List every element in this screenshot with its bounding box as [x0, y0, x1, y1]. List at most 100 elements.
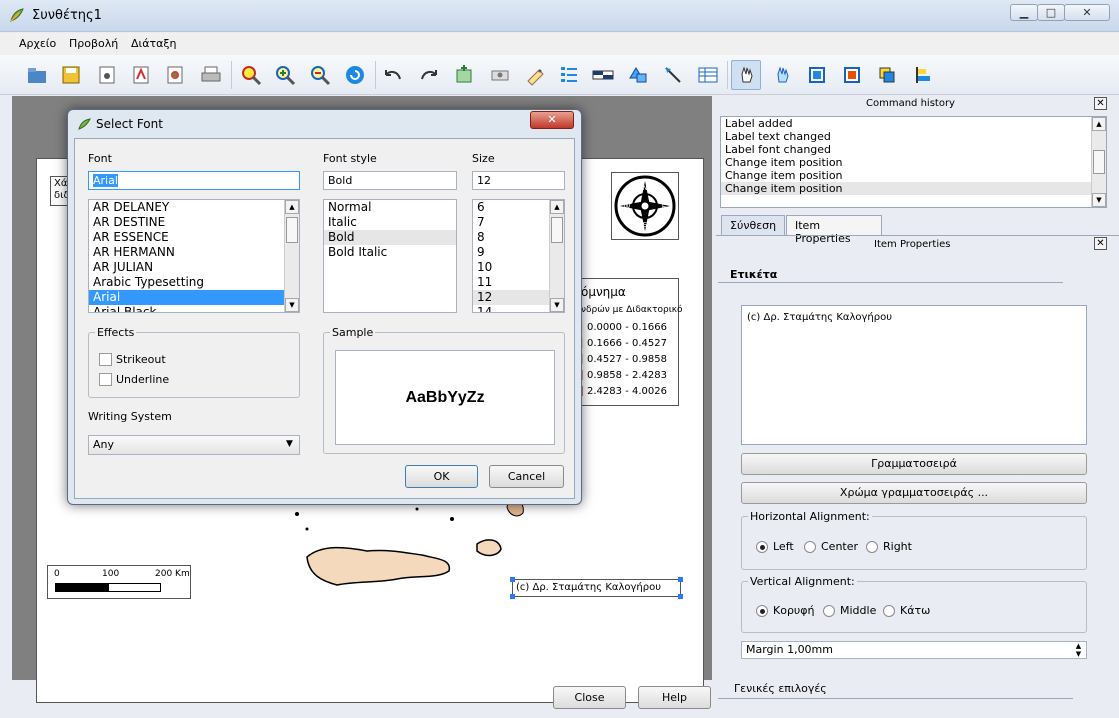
- font-list-scrollbar[interactable]: ▲ ▼: [284, 200, 299, 312]
- minimize-button[interactable]: ▁: [1010, 4, 1038, 21]
- redo-icon[interactable]: [414, 60, 444, 90]
- ungroup-icon[interactable]: [837, 60, 867, 90]
- undo-icon[interactable]: [378, 60, 408, 90]
- scale-bar[interactable]: 0 100 200 Km: [47, 565, 191, 599]
- history-item[interactable]: Label font changed: [721, 143, 1106, 156]
- underline-checkbox[interactable]: [99, 373, 112, 386]
- add-image-icon[interactable]: [485, 60, 515, 90]
- refresh-icon[interactable]: [340, 60, 370, 90]
- ok-button[interactable]: OK: [405, 465, 478, 488]
- cancel-button[interactable]: Cancel: [489, 465, 564, 488]
- align-right-radio[interactable]: Right: [866, 540, 912, 553]
- font-color-button[interactable]: Χρώμα γραμματοσειράς ...: [741, 482, 1087, 504]
- zoom-full-icon[interactable]: [236, 60, 266, 90]
- selection-handle[interactable]: [510, 594, 515, 599]
- close-composer-button[interactable]: Close: [553, 686, 626, 709]
- font-list-item[interactable]: AR DELANEY: [89, 200, 299, 215]
- add-arrow-icon[interactable]: [658, 60, 688, 90]
- scroll-up-icon[interactable]: ▲: [285, 200, 299, 214]
- raise-icon[interactable]: [872, 60, 902, 90]
- zoom-out-icon[interactable]: [305, 60, 335, 90]
- add-shape-icon[interactable]: [623, 60, 653, 90]
- history-scrollbar[interactable]: ▲ ▼: [1091, 117, 1106, 207]
- credit-label[interactable]: (c) Δρ. Σταμάτης Καλογήρου: [512, 579, 681, 597]
- history-item[interactable]: Label added: [721, 117, 1106, 130]
- size-input[interactable]: 12: [472, 171, 565, 190]
- font-button[interactable]: Γραμματοσειρά: [741, 453, 1087, 475]
- close-button[interactable]: ✕: [1064, 4, 1110, 21]
- export-image-icon[interactable]: [92, 60, 122, 90]
- history-close-icon[interactable]: ✕: [1094, 97, 1107, 110]
- strikeout-checkbox[interactable]: [99, 353, 112, 366]
- select-move-icon[interactable]: [731, 60, 761, 90]
- style-input[interactable]: Bold: [323, 171, 457, 190]
- align-bottom-radio[interactable]: Κάτω: [883, 604, 930, 617]
- scroll-down-icon[interactable]: ▼: [285, 298, 299, 312]
- add-table-icon[interactable]: [693, 60, 723, 90]
- margin-spinbox[interactable]: Margin 1,00mm: [741, 641, 1087, 659]
- align-top-radio[interactable]: Κορυφή: [756, 604, 815, 617]
- group-icon[interactable]: [802, 60, 832, 90]
- style-list-item[interactable]: Normal: [324, 200, 456, 215]
- size-list[interactable]: 6 7 8 9 10 11 12 14 ▲ ▼: [472, 199, 565, 313]
- add-scalebar-icon[interactable]: [588, 60, 618, 90]
- menu-layout[interactable]: Διάταξη: [131, 37, 176, 50]
- scroll-thumb[interactable]: [286, 217, 298, 243]
- item-properties-close-icon[interactable]: ✕: [1094, 237, 1107, 250]
- font-list-item[interactable]: AR ESSENCE: [89, 230, 299, 245]
- style-list-item[interactable]: Bold Italic: [324, 245, 456, 260]
- selection-handle[interactable]: [510, 577, 515, 582]
- font-list-item[interactable]: Arabic Typesetting: [89, 275, 299, 290]
- dropdown-arrow-icon[interactable]: ▼: [286, 439, 293, 449]
- export-svg-icon[interactable]: [160, 60, 190, 90]
- align-icon[interactable]: [908, 60, 938, 90]
- history-item[interactable]: Change item position: [721, 169, 1106, 182]
- selection-handle[interactable]: [678, 577, 683, 582]
- font-list[interactable]: AR DELANEY AR DESTINE AR ESSENCE AR HERM…: [88, 199, 300, 313]
- zoom-in-icon[interactable]: [270, 60, 300, 90]
- add-map-icon[interactable]: [449, 60, 479, 90]
- style-list-item-selected[interactable]: Bold: [324, 230, 456, 245]
- help-button[interactable]: Help: [638, 686, 711, 709]
- font-list-item[interactable]: AR DESTINE: [89, 215, 299, 230]
- align-middle-radio[interactable]: Middle: [823, 604, 876, 617]
- style-list-item[interactable]: Italic: [324, 215, 456, 230]
- spin-arrows-icon[interactable]: ▲ ▼: [1071, 642, 1086, 658]
- command-history-list[interactable]: Label added Label text changed Label fon…: [720, 116, 1107, 208]
- tab-item-properties[interactable]: Item Properties: [786, 215, 882, 245]
- export-pdf-icon[interactable]: [126, 60, 156, 90]
- move-content-icon[interactable]: [767, 60, 797, 90]
- menu-view[interactable]: Προβολή: [69, 37, 118, 50]
- scroll-thumb[interactable]: [551, 217, 563, 243]
- size-list-scrollbar[interactable]: ▲ ▼: [549, 200, 564, 312]
- writing-system-select[interactable]: Any: [88, 435, 300, 455]
- history-item[interactable]: Change item position: [721, 156, 1106, 169]
- scroll-up-icon[interactable]: ▲: [550, 200, 564, 214]
- add-label-icon[interactable]: [519, 60, 549, 90]
- save-icon[interactable]: [56, 60, 86, 90]
- font-input[interactable]: Arial: [88, 171, 300, 190]
- scroll-down-icon[interactable]: ▼: [550, 298, 564, 312]
- open-folder-icon[interactable]: [22, 60, 52, 90]
- north-arrow[interactable]: N E S W: [611, 172, 679, 240]
- menu-file[interactable]: Αρχείο: [19, 37, 56, 50]
- font-list-item[interactable]: Arial Black: [89, 305, 299, 312]
- font-list-item[interactable]: AR HERMANN: [89, 245, 299, 260]
- maximize-button[interactable]: □: [1037, 4, 1065, 21]
- selection-handle[interactable]: [678, 594, 683, 599]
- label-text-editor[interactable]: (c) Δρ. Σταμάτης Καλογήρου: [741, 305, 1087, 445]
- dialog-close-button[interactable]: ✕: [530, 111, 574, 129]
- history-item-selected[interactable]: Change item position: [721, 182, 1106, 195]
- scroll-thumb[interactable]: [1093, 150, 1105, 174]
- font-list-item-selected[interactable]: Arial: [89, 290, 299, 305]
- align-center-radio[interactable]: Center: [804, 540, 858, 553]
- legend[interactable]: όμνημα νδρών με Διδακτορικό 0.0000 - 0.1…: [580, 278, 683, 406]
- history-item[interactable]: Label text changed: [721, 130, 1106, 143]
- font-list-item[interactable]: AR JULIAN: [89, 260, 299, 275]
- align-left-radio[interactable]: Left: [756, 540, 794, 553]
- tab-composition[interactable]: Σύνθεση: [721, 215, 785, 235]
- general-options-label[interactable]: Γενικές επιλογές: [734, 682, 827, 695]
- scroll-down-icon[interactable]: ▼: [1092, 193, 1106, 207]
- add-legend-icon[interactable]: [554, 60, 584, 90]
- print-icon[interactable]: [196, 60, 226, 90]
